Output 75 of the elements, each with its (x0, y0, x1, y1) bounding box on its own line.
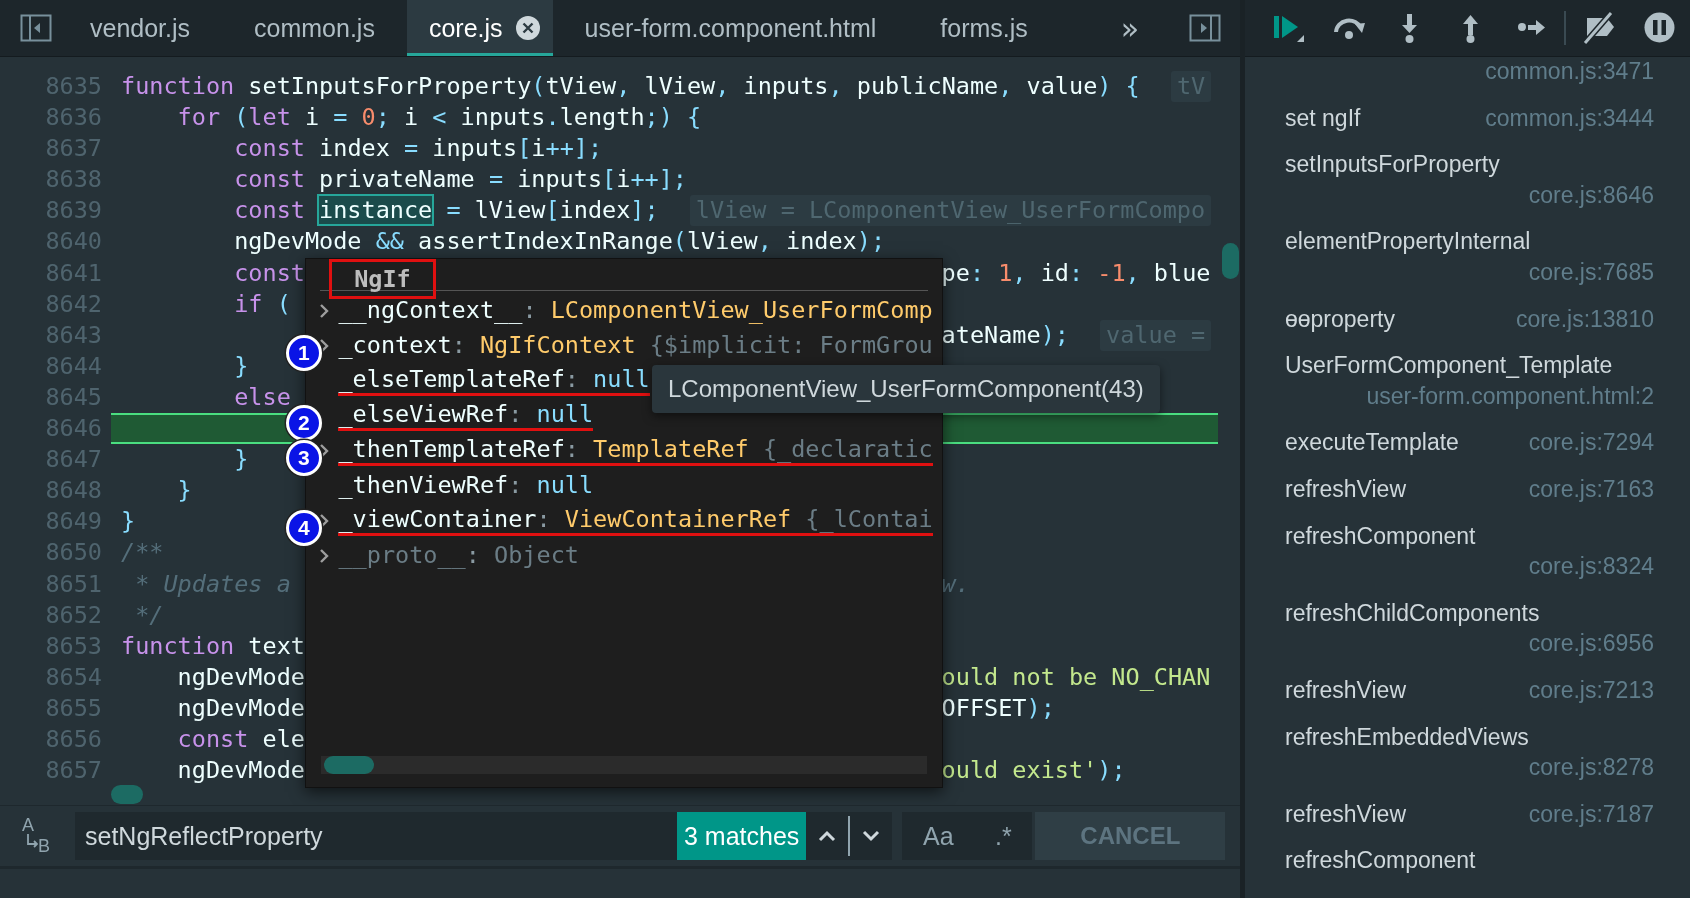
code-text: const ele (176, 723, 305, 755)
code-text: ould not be NO_CHAN (941, 661, 1211, 693)
file-tab[interactable]: user-form.component.html (552, 0, 909, 56)
code-text: const index = inputs[i++]; (233, 133, 603, 165)
code-text: const (233, 257, 305, 289)
frame-name[interactable]: refreshView (1285, 473, 1407, 505)
frame-name[interactable]: refreshView (1285, 674, 1407, 706)
code-text: ngDevMode && assertIndexInRange(lView, index); (233, 226, 886, 258)
match-count: 3 matches (677, 812, 807, 860)
code-text: /** (121, 537, 164, 569)
class-name: NgIf (328, 259, 437, 299)
code-text: const privateName = inputs[i++]; (233, 164, 687, 196)
code-text: ngDevMode (176, 692, 305, 724)
tooltip: LComponentView_UserFormComponent(43) (652, 365, 1160, 413)
code-text: ould exist'); (941, 755, 1126, 787)
sidebar-toggle-icon[interactable] (1189, 14, 1221, 42)
sidebar-toggle-icon[interactable] (20, 14, 52, 42)
frame-name[interactable]: UserFormComponent_Template (1285, 350, 1613, 381)
more-tabs-button[interactable]: » (1112, 0, 1147, 56)
frame-name[interactable]: elementPropertyInternal (1285, 226, 1531, 257)
property-row[interactable]: _elseTemplateRef: null (338, 365, 650, 396)
code-text: for (let i = 0; i < inputs.length;) { (176, 102, 702, 134)
code-text: ateName); (941, 319, 1069, 351)
number-marker: 3 (285, 440, 322, 476)
code-text: } (233, 444, 249, 476)
code-text: } (176, 475, 192, 507)
code-text: w. (941, 568, 970, 600)
property-row[interactable]: _thenTemplateRef: TemplateRef {_declaratic (338, 435, 933, 466)
close-icon[interactable] (514, 15, 541, 41)
code-text: pe: 1, id: -1, blue (941, 257, 1211, 289)
property-row[interactable]: _thenViewRef: null (338, 470, 594, 501)
property-row[interactable]: _context: NgIfContext {$implicit: FormGrou (338, 330, 933, 361)
chevron-icon[interactable] (318, 546, 331, 565)
search-field[interactable]: setNgReflectProperty (75, 812, 675, 860)
code-text: function text (121, 630, 305, 662)
code-text: } (121, 506, 136, 538)
code-text: ngDevMode (176, 755, 305, 787)
replace-toggle[interactable]: A B (10, 812, 62, 860)
chevron-down-icon[interactable] (861, 829, 882, 843)
number-marker: 1 (285, 335, 322, 371)
code-text: } (233, 350, 249, 382)
chevron-up-icon[interactable] (817, 829, 838, 843)
match-case-toggle[interactable]: Aa (917, 821, 960, 851)
property-row[interactable]: _elseViewRef: null (338, 400, 594, 431)
pause-icon[interactable] (1641, 10, 1678, 46)
frame-name[interactable]: refreshComponent (1285, 520, 1476, 552)
code-text: OFFSET); (941, 692, 1055, 724)
code-text: ngDevMode (176, 661, 305, 693)
frame-name[interactable]: executeTemplate (1285, 427, 1459, 458)
frame-name[interactable]: setInputsForProperty (1285, 149, 1500, 180)
file-tab[interactable]: core.js (406, 0, 553, 56)
frame-name[interactable]: refreshComponent (1285, 845, 1476, 876)
regex-toggle[interactable]: .* (988, 821, 1018, 851)
scrollbar-thumb[interactable] (323, 756, 374, 774)
frame-name[interactable]: refreshChildComponents (1285, 597, 1540, 629)
code-text: const instance = lView[index]; (233, 195, 659, 227)
frame-name[interactable]: set ngIf (1285, 102, 1361, 134)
code-text: if ( (233, 288, 291, 320)
scrollbar-thumb[interactable] (1222, 243, 1239, 279)
file-tab[interactable]: common.js (222, 0, 407, 56)
frame-name[interactable]: refreshEmbeddedViews (1285, 721, 1529, 753)
code-text: */ (134, 599, 164, 631)
code-text: * Updates a (134, 568, 291, 600)
frame-name[interactable]: ɵɵproperty (1285, 303, 1395, 335)
file-tab[interactable]: vendor.js (58, 0, 223, 56)
scrollbar-thumb[interactable] (111, 785, 143, 804)
chevron-icon[interactable] (318, 301, 331, 320)
property-row[interactable]: __proto__: Object (338, 540, 579, 571)
frame-name[interactable]: refreshView (1285, 798, 1407, 830)
arrow-icon (26, 834, 38, 848)
file-tab[interactable]: forms.js (908, 0, 1060, 56)
number-marker: 2 (285, 405, 322, 441)
code-text: function setInputsForProperty(tView, lView, inputs, publicName, value) { (121, 71, 1140, 102)
number-marker: 4 (285, 510, 322, 546)
property-row[interactable]: _viewContainer: ViewContainerRef {_lContai (338, 505, 933, 536)
